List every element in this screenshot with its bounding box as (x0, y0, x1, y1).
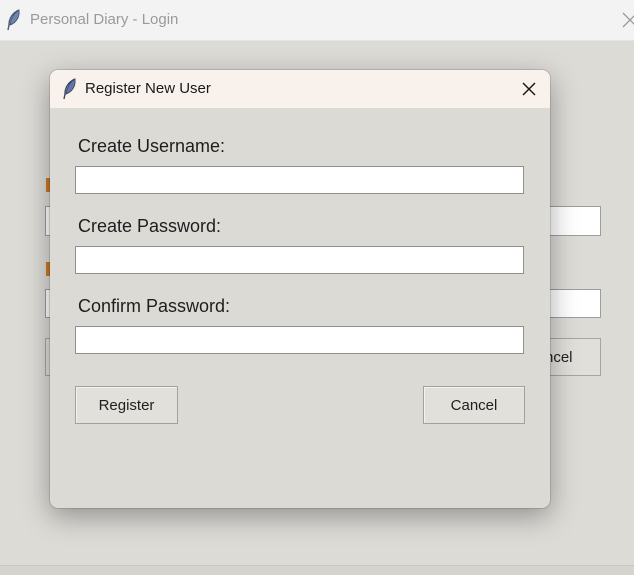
confirm-password-label: Confirm Password: (78, 296, 231, 316)
feather-icon (7, 9, 20, 31)
register-button[interactable]: Register (75, 386, 178, 424)
cancel-button[interactable]: Cancel (423, 386, 525, 424)
create-username-label: Create Username: (78, 136, 226, 156)
confirm-password-field[interactable] (75, 326, 524, 354)
register-dialog: Register New User Create Username: Creat… (50, 70, 550, 508)
feather-icon (63, 78, 76, 100)
create-password-field[interactable] (75, 246, 524, 274)
create-password-label: Create Password: (78, 216, 222, 236)
login-titlebar[interactable]: Personal Diary - Login (0, 0, 634, 41)
close-icon[interactable] (620, 10, 634, 30)
login-window-title: Personal Diary - Login (30, 11, 179, 28)
dialog-titlebar[interactable]: Register New User (50, 70, 550, 108)
dialog-title: Register New User (85, 80, 211, 97)
close-icon[interactable] (520, 80, 538, 98)
create-username-field[interactable] (75, 166, 524, 194)
